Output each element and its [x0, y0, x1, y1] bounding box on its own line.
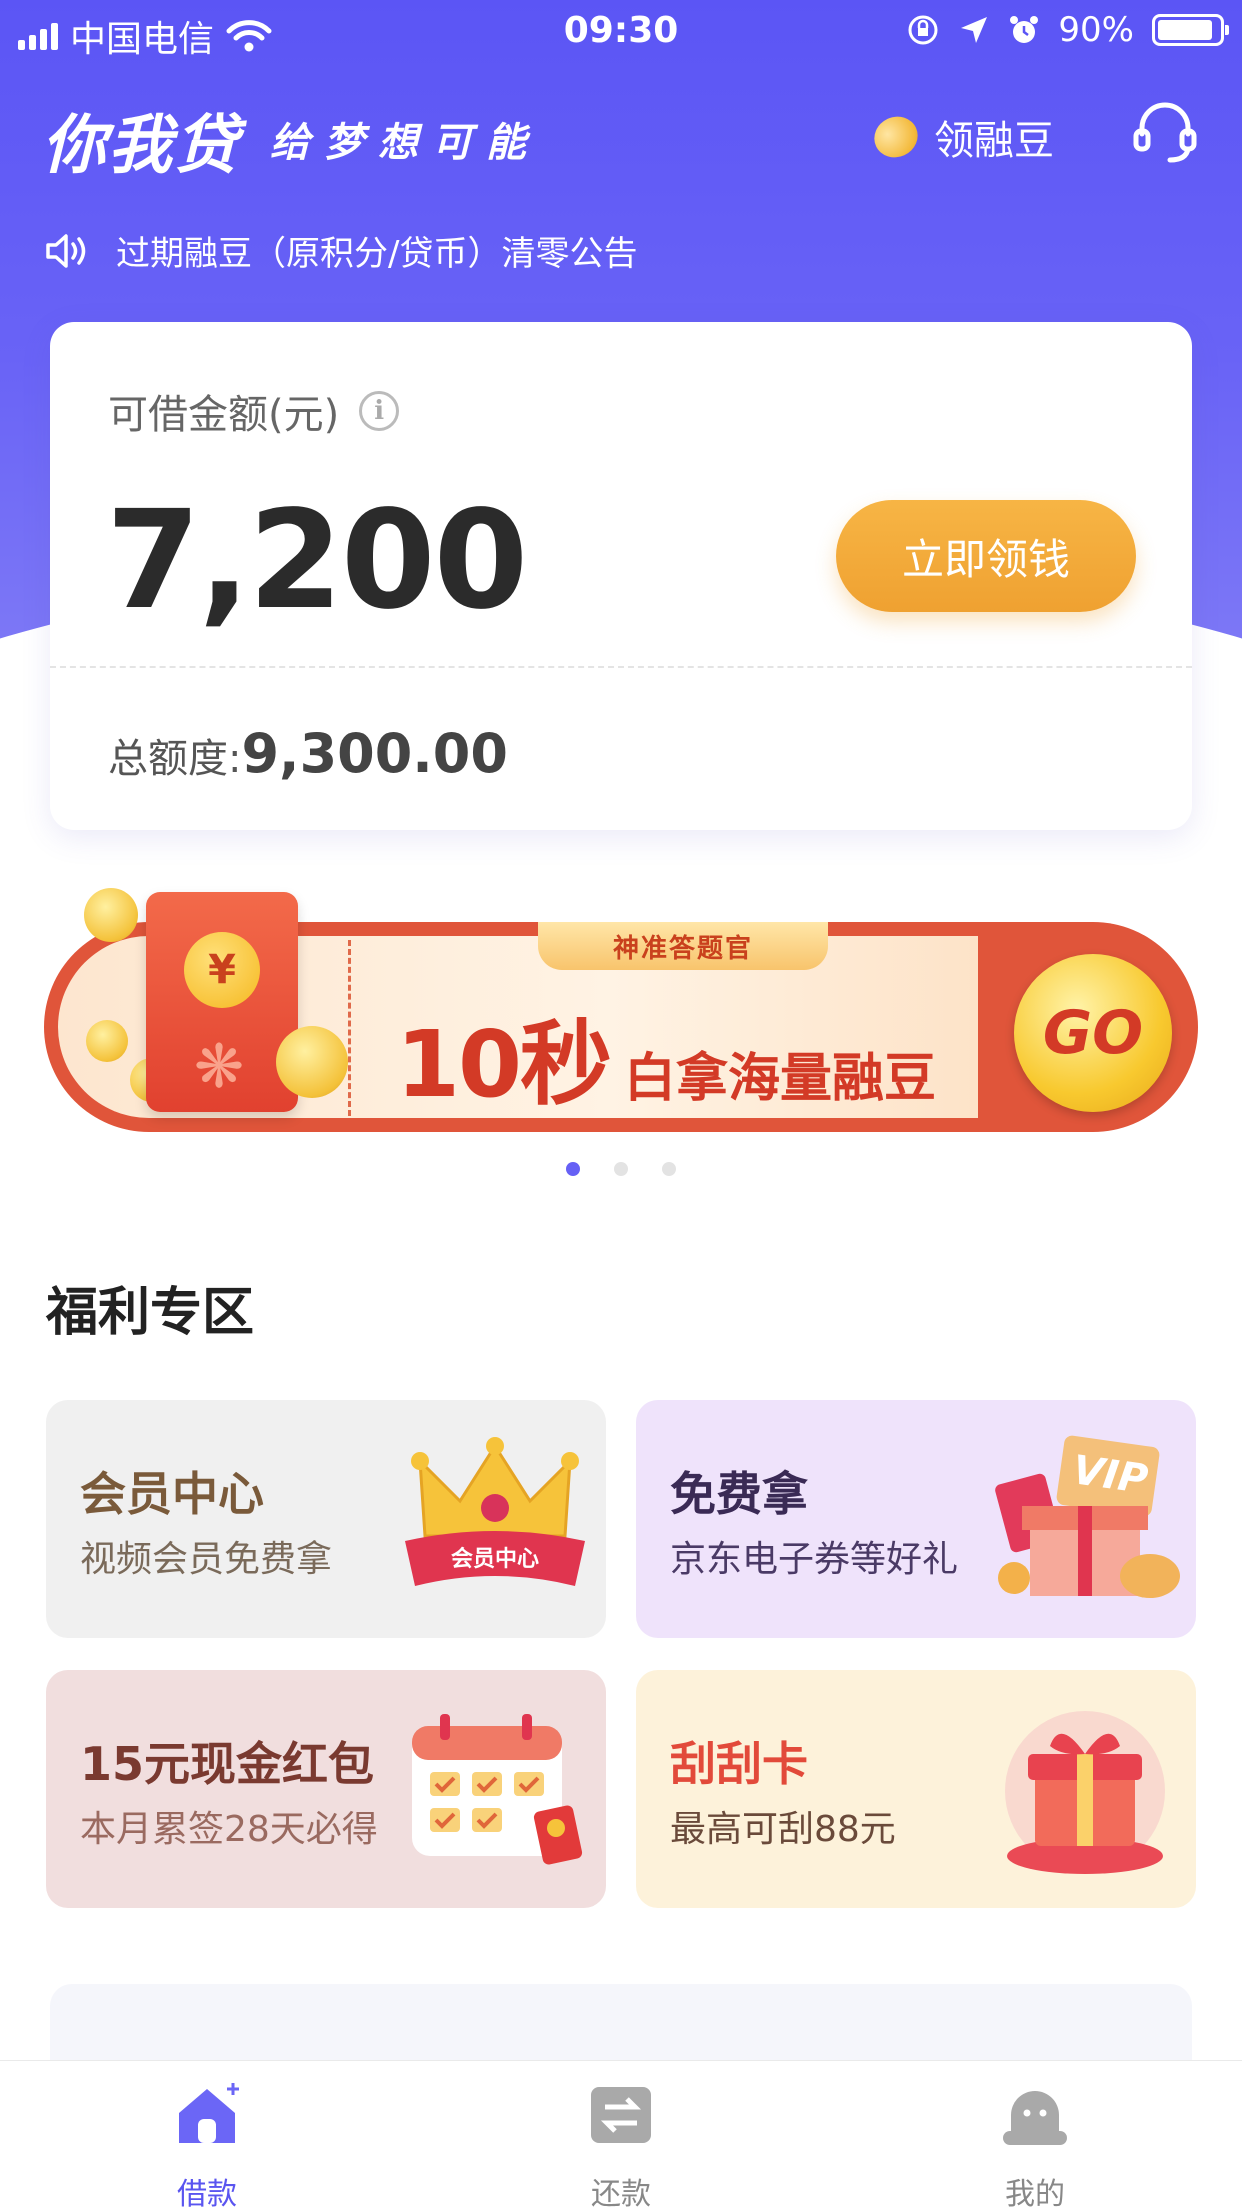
banner-tag: 神准答题官 [538, 922, 828, 970]
banner-headline: 10秒 白拿海量融豆 [396, 990, 936, 1123]
banner-pagination [0, 1162, 1242, 1176]
app-screen: 中国电信 09:30 90% 你我贷 给梦想可能 领融豆 过期融豆（原积分/贷币… [0, 0, 1242, 2208]
red-packet-icon: ¥ ❋ [146, 892, 298, 1112]
pagination-dot[interactable] [662, 1162, 676, 1176]
total-credit: 总额度:9,300.00 [108, 722, 508, 785]
get-beans-button[interactable]: 领融豆 [867, 108, 1054, 166]
gift-box-icon [1005, 1711, 1165, 1874]
total-credit-value: 9,300.00 [241, 722, 508, 785]
banner-divider [348, 940, 351, 1116]
coin-decoration [84, 888, 138, 942]
tile-title: 15元现金红包 [80, 1737, 375, 1791]
tab-repay[interactable]: 还款 [414, 2061, 828, 2208]
available-amount-label: 可借金额(元) i [108, 382, 400, 440]
location-icon [961, 17, 988, 43]
tab-borrow-label: 借款 [177, 2177, 237, 2208]
tab-mine[interactable]: 我的 [828, 2061, 1242, 2208]
notice-bar[interactable]: 过期融豆（原积分/贷币）清零公告 [44, 226, 637, 275]
tile-subtitle: 京东电子券等好礼 [670, 1539, 959, 1580]
coin-decoration [276, 1026, 348, 1098]
banner-headline-big: 10秒 [396, 1011, 612, 1118]
tile-title: 免费拿 [670, 1467, 808, 1521]
crown-badge-text: 会员中心 [451, 1546, 539, 1572]
customer-service-icon[interactable] [1130, 98, 1200, 168]
total-credit-label: 总额度: [108, 736, 242, 782]
loan-card: 可借金额(元) i 7,200 立即领钱 总额度:9,300.00 [50, 322, 1192, 830]
app-logo: 你我贷 [42, 109, 240, 183]
alarm-icon [1010, 16, 1039, 43]
tile-scratch-card[interactable]: 刮刮卡 最高可刮88元 [636, 1670, 1196, 1908]
app-slogan: 给梦想可能 [270, 120, 540, 166]
yuan-coin-icon: ¥ [184, 932, 260, 1008]
red-packet-logo-icon: ❋ [193, 1032, 245, 1102]
crown-icon: 会员中心 [405, 1437, 585, 1586]
tile-subtitle: 本月累签28天必得 [80, 1809, 378, 1850]
tile-cash-red-packet[interactable]: 15元现金红包 本月累签28天必得 [46, 1670, 606, 1908]
tile-free-gift[interactable]: 免费拿 京东电子券等好礼 VIP [636, 1400, 1196, 1638]
rotation-lock-icon [908, 15, 938, 45]
battery-icon [1152, 14, 1229, 46]
card-divider [50, 666, 1192, 668]
tab-mine-label: 我的 [1005, 2177, 1065, 2208]
pagination-dot[interactable] [566, 1162, 580, 1176]
tile-title: 刮刮卡 [670, 1737, 808, 1791]
info-icon[interactable]: i [359, 391, 400, 431]
borrow-now-button[interactable]: 立即领钱 [836, 500, 1136, 612]
calendar-checkin-icon [412, 1714, 583, 1865]
gift-vip-icon: VIP [995, 1435, 1180, 1598]
tile-member-center[interactable]: 会员中心 视频会员免费拿 会员中心 [46, 1400, 606, 1638]
brand-row: 你我贷 给梦想可能 领融豆 [42, 90, 1200, 183]
bean-icon [867, 109, 925, 165]
speaker-icon [46, 233, 86, 268]
tile-subtitle: 最高可刮88元 [670, 1809, 896, 1850]
tab-borrow[interactable]: 借款 [0, 2061, 414, 2208]
pagination-dot[interactable] [614, 1162, 628, 1176]
banner-go-button[interactable]: GO [1014, 954, 1172, 1112]
available-amount-label-text: 可借金额(元) [108, 392, 340, 438]
promo-banner[interactable]: ¥ ❋ 神准答题官 10秒 白拿海量融豆 GO [44, 880, 1198, 1150]
tile-subtitle: 视频会员免费拿 [80, 1539, 333, 1580]
banner-headline-small: 白拿海量融豆 [624, 1049, 937, 1109]
home-icon [179, 2083, 239, 2143]
status-bar: 中国电信 09:30 90% [0, 0, 1242, 62]
welfare-section-title: 福利专区 [46, 1283, 255, 1343]
profile-icon [1003, 2091, 1067, 2145]
notice-text: 过期融豆（原积分/贷币）清零公告 [116, 234, 638, 274]
battery-percent: 90% [1058, 10, 1134, 50]
available-amount: 7,200 [106, 482, 528, 640]
repay-icon [591, 2087, 651, 2143]
tab-repay-label: 还款 [591, 2177, 651, 2208]
get-beans-label: 领融豆 [934, 118, 1054, 164]
coin-decoration [86, 1020, 128, 1062]
bottom-tab-bar: 借款 还款 我的 [0, 2060, 1242, 2208]
status-right: 90% [906, 10, 1229, 50]
tile-title: 会员中心 [80, 1467, 264, 1521]
